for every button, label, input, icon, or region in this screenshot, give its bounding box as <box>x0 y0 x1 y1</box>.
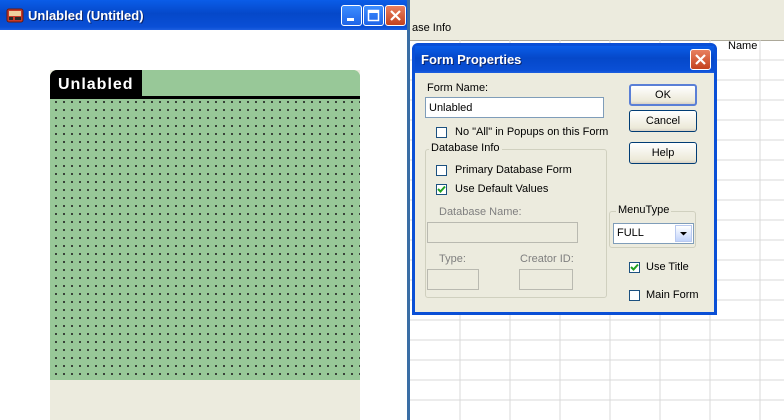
primary-database-checkbox[interactable] <box>436 165 447 176</box>
use-default-values-label[interactable]: Use Default Values <box>455 183 548 195</box>
minimize-button[interactable] <box>341 5 362 26</box>
form-title-label[interactable]: Unlabled <box>50 70 142 97</box>
menutype-select[interactable]: FULL <box>613 223 694 244</box>
column-header-name[interactable]: Name <box>728 40 757 52</box>
form-name-input[interactable] <box>425 97 604 118</box>
app-icon <box>6 6 24 24</box>
close-button[interactable] <box>385 5 406 26</box>
cancel-button[interactable]: Cancel <box>629 110 697 132</box>
form-title-underline <box>50 96 360 99</box>
use-title-checkbox[interactable] <box>629 262 640 273</box>
dialog-close-button[interactable] <box>690 49 711 70</box>
no-all-popups-label[interactable]: No "All" in Popups on this Form <box>455 126 608 138</box>
database-info-header: ase Info <box>410 0 784 41</box>
main-form-checkbox[interactable] <box>629 290 640 301</box>
database-name-label: Database Name: <box>439 206 522 218</box>
close-icon <box>695 54 706 65</box>
type-label: Type: <box>439 253 466 265</box>
checkmark-icon <box>437 185 446 193</box>
close-icon <box>390 10 401 21</box>
form-canvas[interactable]: Unlabled <box>0 30 407 420</box>
window-title: Unlabled (Untitled) <box>28 8 144 23</box>
main-form-label[interactable]: Main Form <box>646 289 699 301</box>
dialog-titlebar[interactable]: Form Properties <box>415 46 714 73</box>
creator-id-label: Creator ID: <box>520 253 574 265</box>
maximize-button[interactable] <box>363 5 384 26</box>
form-frame: Unlabled <box>50 70 360 420</box>
chevron-down-icon <box>680 232 687 236</box>
menutype-select-value: FULL <box>617 227 644 239</box>
type-input[interactable] <box>427 269 479 290</box>
form-properties-dialog: Form Properties Form Name: No "All" in P… <box>412 43 717 315</box>
help-button[interactable]: Help <box>629 142 697 164</box>
form-name-label: Form Name: <box>427 82 489 94</box>
dropdown-arrow-button[interactable] <box>675 225 692 242</box>
use-title-label[interactable]: Use Title <box>646 261 689 273</box>
creator-id-input[interactable] <box>519 269 573 290</box>
database-info-group-label: Database Info <box>429 142 502 154</box>
form-grid-area[interactable] <box>50 70 360 380</box>
form-editor-titlebar[interactable]: Unlabled (Untitled) <box>0 0 407 30</box>
minimize-icon <box>347 18 354 21</box>
checkmark-icon <box>630 263 639 271</box>
maximize-icon <box>367 9 380 22</box>
database-name-input[interactable] <box>427 222 578 243</box>
database-info-header-text: ase Info <box>412 22 452 34</box>
menutype-group-label: MenuType <box>616 204 672 216</box>
dialog-title: Form Properties <box>421 52 522 67</box>
use-default-values-checkbox[interactable] <box>436 184 447 195</box>
ok-button[interactable]: OK <box>629 84 697 106</box>
form-editor-window: Unlabled (Untitled) Unlabled <box>0 0 410 420</box>
no-all-popups-checkbox[interactable] <box>436 127 447 138</box>
primary-database-label[interactable]: Primary Database Form <box>455 164 572 176</box>
